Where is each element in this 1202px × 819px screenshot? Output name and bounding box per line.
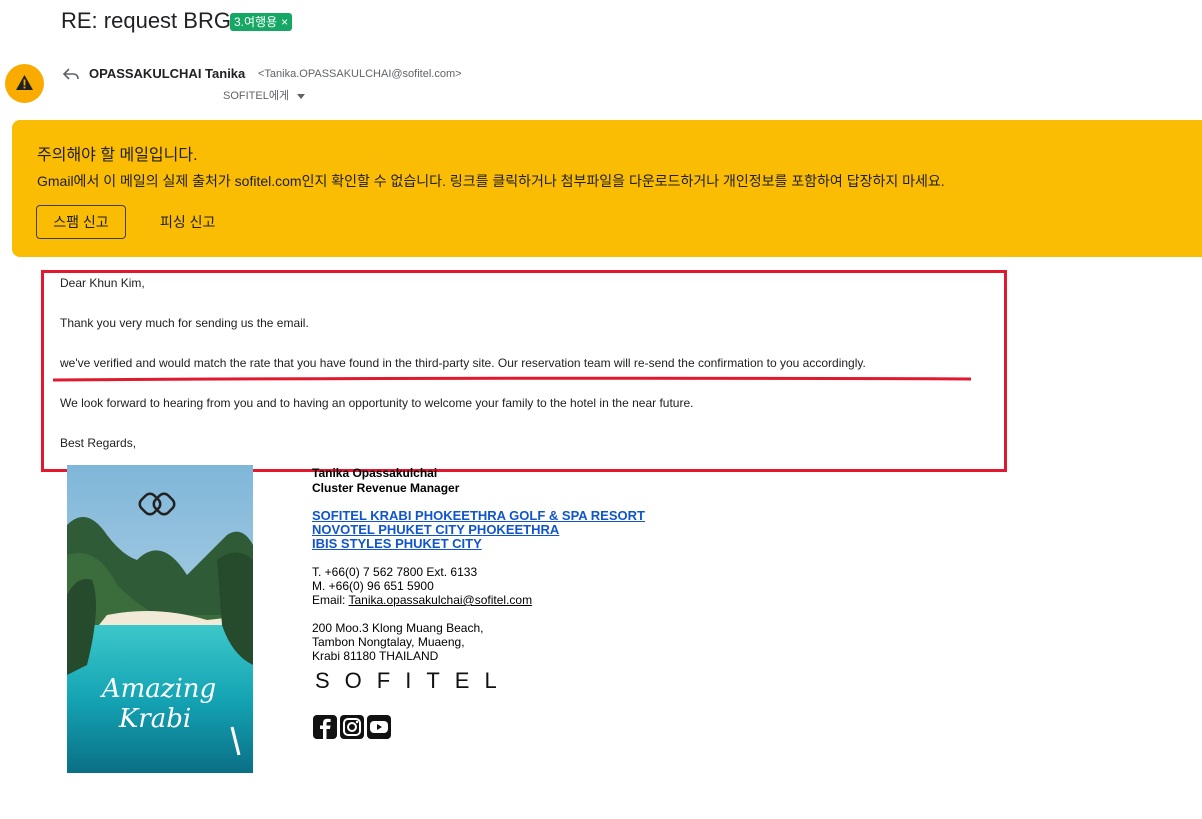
- hotel-link-novotel-phuket[interactable]: NOVOTEL PHUKET CITY PHOKEETHRA: [312, 522, 559, 537]
- photo-caption-2: Krabi: [118, 704, 191, 734]
- email-label: Email:: [312, 593, 349, 607]
- signature-email-line: Email: Tanika.opassakulchai@sofitel.com: [312, 593, 532, 607]
- report-spam-button[interactable]: 스팸 신고: [36, 205, 126, 239]
- sender-avatar[interactable]: [5, 64, 44, 103]
- reply-icon[interactable]: [62, 66, 80, 82]
- signature-name: Tanika Opassakulchai: [312, 466, 438, 480]
- signature-title: Cluster Revenue Manager: [312, 481, 460, 495]
- signature-email-link[interactable]: Tanika.opassakulchai@sofitel.com: [348, 593, 532, 607]
- dropdown-caret-icon[interactable]: [297, 93, 306, 99]
- signature-mobile: M. +66(0) 96 651 5900: [312, 579, 434, 593]
- instagram-icon[interactable]: [340, 715, 364, 739]
- label-chip[interactable]: 3.여행용 ×: [230, 13, 293, 31]
- warning-title: 주의해야 할 메일입니다.: [37, 147, 198, 164]
- report-phishing-button[interactable]: 피싱 신고: [150, 205, 225, 239]
- email-subject: RE: request BRG: [61, 8, 231, 33]
- closing: Best Regards,: [60, 436, 137, 450]
- recipient-text: SOFITEL에게: [223, 90, 290, 102]
- sofitel-logo: SOFITEL: [315, 668, 512, 693]
- greeting: Dear Khun Kim,: [60, 276, 145, 290]
- label-chip-text: 3.여행용: [234, 15, 278, 29]
- hotel-link-ibis-styles[interactable]: IBIS STYLES PHUKET CITY: [312, 536, 482, 551]
- body-line-3: We look forward to hearing from you and …: [60, 396, 694, 410]
- warning-icon: [16, 75, 33, 90]
- suspicious-mail-banner: 주의해야 할 메일입니다. Gmail에서 이 메일의 실제 출처가 sofit…: [12, 120, 1202, 257]
- hotel-link-sofitel-krabi[interactable]: SOFITEL KRABI PHOKEETHRA GOLF & SPA RESO…: [312, 508, 645, 523]
- youtube-icon[interactable]: [367, 715, 391, 739]
- highlight-annotation-box: [41, 270, 1007, 472]
- address-line-2: Tambon Nongtalay, Muaeng,: [312, 635, 465, 649]
- body-line-2: we've verified and would match the rate …: [60, 356, 866, 370]
- recipient-line[interactable]: SOFITEL에게: [223, 87, 306, 103]
- warning-description: Gmail에서 이 메일의 실제 출처가 sofitel.com인지 확인할 수…: [37, 173, 945, 189]
- sender-email: <Tanika.OPASSAKULCHAI@sofitel.com>: [258, 68, 462, 80]
- red-underline-annotation: [53, 376, 972, 382]
- label-remove-icon[interactable]: ×: [281, 15, 288, 29]
- body-line-1: Thank you very much for sending us the e…: [60, 316, 309, 330]
- facebook-icon[interactable]: [313, 715, 337, 739]
- signature-phone: T. +66(0) 7 562 7800 Ext. 6133: [312, 565, 478, 579]
- address-line-1: 200 Moo.3 Klong Muang Beach,: [312, 621, 484, 635]
- sender-name: OPASSAKULCHAI Tanika: [89, 66, 246, 81]
- photo-caption-1: Amazing: [100, 674, 216, 704]
- address-line-3: Krabi 81180 THAILAND: [312, 649, 439, 663]
- signature-photo: Amazing Krabi: [67, 465, 253, 773]
